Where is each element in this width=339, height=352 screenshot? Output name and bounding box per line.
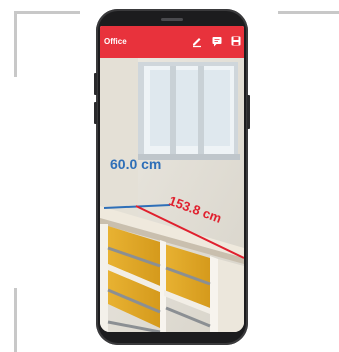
- corner-bracket-top-right: [278, 11, 339, 14]
- corner-bracket-top-left: [14, 11, 80, 14]
- width-measurement-label: 60.0 cm: [110, 156, 162, 172]
- save-icon[interactable]: [229, 34, 243, 48]
- earpiece-speaker: [161, 18, 183, 21]
- volume-up-button: [94, 73, 97, 95]
- phone-screen: Office 60.0 cm 153.8 cm: [100, 26, 244, 332]
- corner-bracket-bottom-left: [14, 288, 17, 352]
- edit-icon[interactable]: [190, 34, 204, 48]
- power-button: [247, 95, 250, 129]
- app-title: Office: [104, 37, 127, 46]
- app-bar: Office: [100, 26, 244, 58]
- note-icon[interactable]: [210, 34, 224, 48]
- volume-down-button: [94, 102, 97, 124]
- corner-bracket-top-left-vertical: [14, 11, 17, 77]
